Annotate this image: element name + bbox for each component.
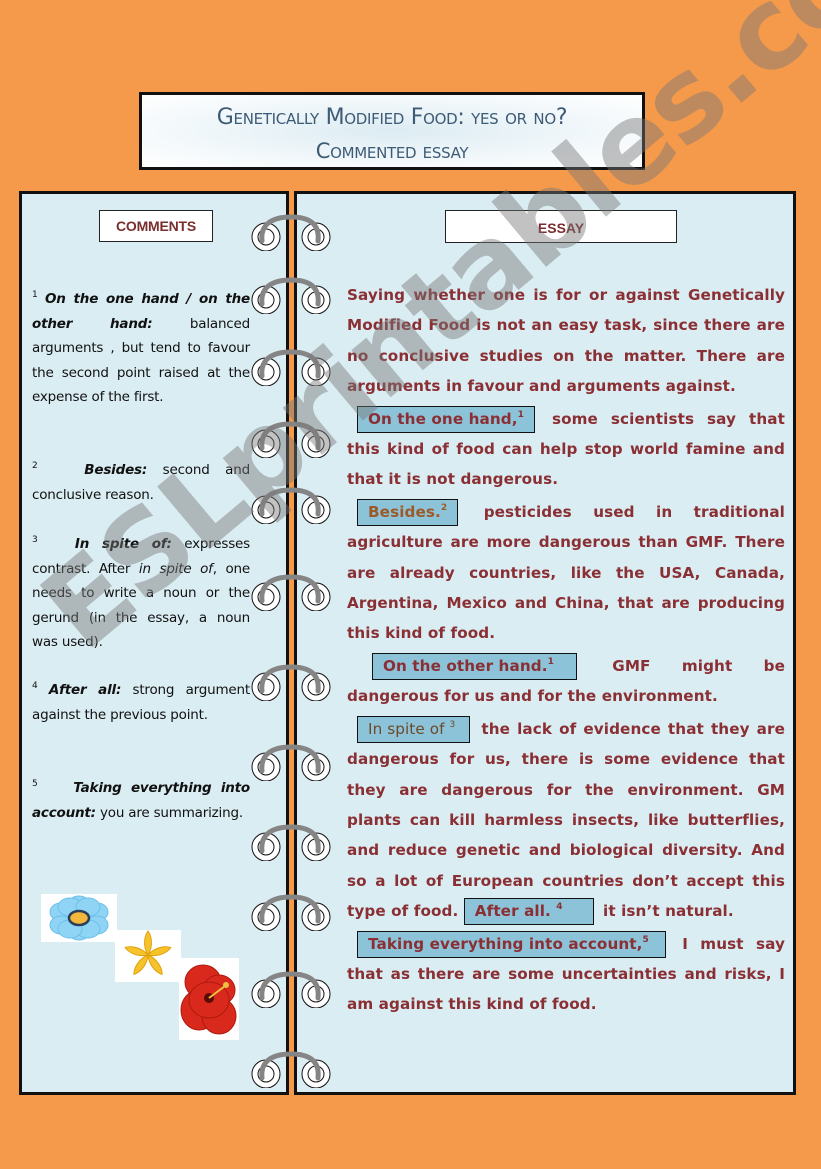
essay-paragraph: In spite of 3 the lack of evidence that … bbox=[347, 714, 785, 927]
footnote-number: 2 bbox=[32, 461, 38, 471]
essay-paragraph: Taking everything into account,5 I must … bbox=[347, 929, 785, 1020]
spiral-ring-icon bbox=[251, 744, 331, 781]
footnote-ref: 1 bbox=[547, 656, 554, 667]
essay-text: Saying whether one is for or against Gen… bbox=[347, 286, 785, 396]
connector-chip: After all. 4 bbox=[463, 898, 594, 926]
page-subtitle: Commented essay bbox=[315, 139, 469, 163]
chip-label: Besides. bbox=[368, 502, 441, 521]
spiral-ring-icon bbox=[251, 421, 331, 458]
page-title: Genetically Modified Food: yes or no? bbox=[216, 105, 568, 130]
footnote-ref: 4 bbox=[556, 902, 563, 913]
connector-chip: Taking everything into account,5 bbox=[357, 930, 666, 958]
spiral-ring-icon bbox=[251, 894, 331, 931]
connector-chip: Besides.2 bbox=[357, 498, 459, 526]
spiral-ring-icon bbox=[251, 487, 331, 524]
essay-panel: ESSAY Saying whether one is for or again… bbox=[294, 191, 796, 1095]
comment-item: 5 Taking everything into account: you ar… bbox=[32, 776, 250, 825]
red-hibiscus-icon bbox=[179, 958, 239, 1040]
footnote-number: 3 bbox=[32, 535, 38, 545]
spiral-ring-icon bbox=[251, 1051, 331, 1088]
title-box: Genetically Modified Food: yes or no? Co… bbox=[139, 92, 645, 170]
comment-key: In spite of: bbox=[74, 536, 172, 552]
comments-header: COMMENTS bbox=[99, 210, 213, 242]
footnote-number: 5 bbox=[32, 779, 38, 789]
connector-chip: In spite of 3 bbox=[357, 715, 471, 743]
comment-item: 3 In spite of: expresses contrast. After… bbox=[32, 532, 250, 655]
comment-emphasis: in spite of bbox=[138, 560, 213, 577]
essay-body: Saying whether one is for or against Gen… bbox=[347, 280, 785, 1020]
spiral-ring-icon bbox=[251, 574, 331, 611]
essay-header: ESSAY bbox=[445, 210, 677, 243]
spiral-ring-icon bbox=[251, 971, 331, 1008]
spiral-ring-icon bbox=[251, 349, 331, 386]
essay-paragraph: On the other hand.1 GMF might be dangero… bbox=[347, 651, 785, 712]
chip-label: On the one hand, bbox=[368, 409, 518, 428]
comment-key: Besides: bbox=[84, 462, 148, 478]
spiral-ring-icon bbox=[251, 824, 331, 861]
comment-text: you are summarizing. bbox=[95, 804, 243, 821]
footnote-ref: 2 bbox=[440, 502, 448, 513]
essay-text: the lack of evidence that they are dange… bbox=[347, 719, 785, 921]
spiral-ring-icon bbox=[251, 664, 331, 701]
chip-label: On the other hand. bbox=[383, 656, 548, 675]
comment-key: After all: bbox=[48, 682, 122, 698]
essay-paragraph: Besides.2 pesticides used in traditional… bbox=[347, 497, 785, 649]
comment-item: 1 On the one hand / on the other hand: b… bbox=[32, 287, 250, 410]
yellow-flower-icon bbox=[115, 930, 181, 982]
essay-text: it isn’t natural. bbox=[597, 902, 734, 921]
spiral-ring-icon bbox=[251, 277, 331, 314]
essay-paragraph: On the one hand,1 some scientists say th… bbox=[347, 404, 785, 495]
comment-item: 4 After all: strong argument against the… bbox=[32, 678, 250, 727]
comment-item: 2 Besides: second and conclusive reason. bbox=[32, 458, 250, 507]
chip-label: After all. bbox=[474, 902, 551, 921]
comments-panel: COMMENTS 1 On the one hand / on the othe… bbox=[19, 191, 289, 1095]
connector-chip: On the other hand.1 bbox=[372, 652, 577, 680]
essay-intro: Saying whether one is for or against Gen… bbox=[347, 280, 785, 402]
chip-label: In spite of bbox=[368, 719, 445, 738]
chip-label: Taking everything into account, bbox=[368, 934, 643, 953]
blue-flower-icon bbox=[41, 894, 117, 942]
footnote-number: 1 bbox=[32, 290, 38, 300]
connector-chip: On the one hand,1 bbox=[357, 405, 535, 433]
spiral-ring-icon bbox=[251, 214, 331, 251]
footnote-ref: 3 bbox=[449, 719, 456, 730]
footnote-ref: 5 bbox=[642, 934, 649, 945]
footnote-number: 4 bbox=[32, 681, 38, 691]
footnote-ref: 1 bbox=[517, 409, 524, 420]
